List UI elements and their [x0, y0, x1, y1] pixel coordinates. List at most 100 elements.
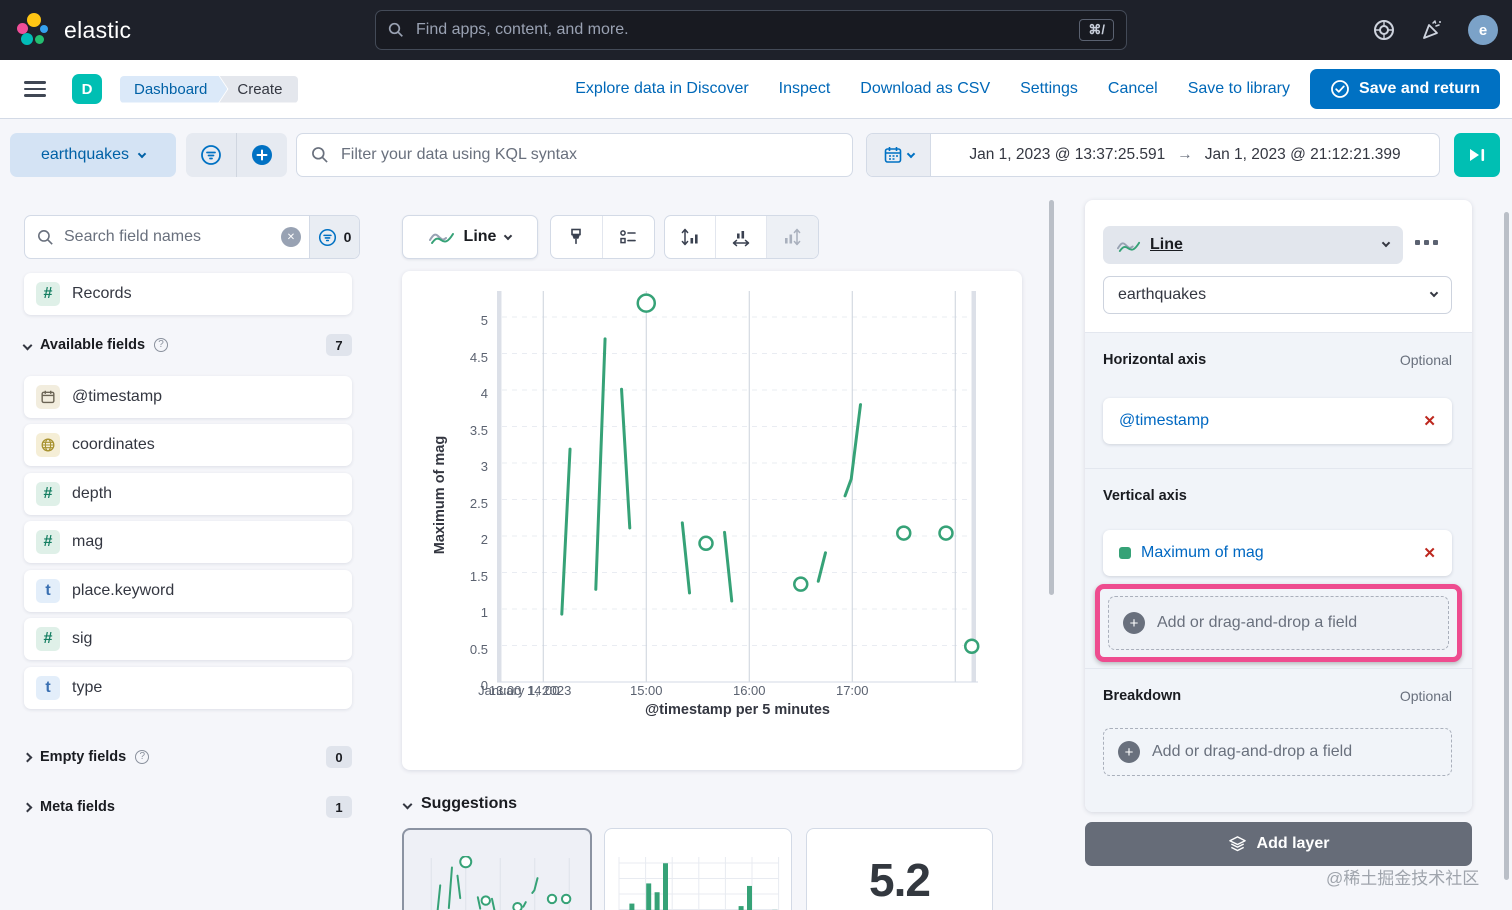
vertical-axis-icon — [680, 227, 700, 247]
breakdown-drop-target[interactable]: + Add or drag-and-drop a field — [1103, 728, 1452, 776]
suggestions-toggle[interactable]: Suggestions — [404, 795, 517, 813]
x-tick-label: 14:00 — [527, 683, 560, 698]
chevron-down-icon — [504, 231, 512, 239]
empty-fields-count: 0 — [326, 746, 352, 768]
link-save-to-library[interactable]: Save to library — [1188, 80, 1290, 98]
breakdown-title: Breakdown — [1103, 688, 1181, 704]
breadcrumb-dashboard[interactable]: Dashboard — [120, 76, 227, 103]
empty-fields-label: Empty fields — [40, 749, 126, 765]
hash-icon: # — [36, 530, 60, 554]
style-button-group — [550, 215, 655, 259]
remove-dimension-icon[interactable]: ✕ — [1423, 412, 1436, 430]
chart-type-label: Line — [464, 228, 497, 246]
date-range-picker: Jan 1, 2023 @ 13:37:25.591 → Jan 1, 2023… — [866, 133, 1440, 177]
add-field-drop-target[interactable]: + Add or drag-and-drop a field — [1108, 596, 1449, 650]
available-fields-label: Available fields — [40, 337, 145, 353]
mini-line-svg — [414, 856, 582, 910]
layer-data-view-select[interactable]: earthquakes — [1103, 276, 1452, 314]
records-field-item[interactable]: # Records — [24, 273, 352, 315]
avatar[interactable]: e — [1468, 15, 1498, 45]
suggestion-card-bar[interactable] — [604, 828, 792, 910]
add-filter-button[interactable] — [237, 133, 287, 177]
field-item-sig[interactable]: # sig — [24, 618, 352, 660]
field-item-depth[interactable]: # depth — [24, 473, 352, 515]
calendar-icon — [884, 146, 902, 164]
globe-icon — [36, 433, 60, 457]
field-item-timestamp[interactable]: @timestamp — [24, 376, 352, 418]
date-picker-menu-button[interactable] — [867, 134, 931, 176]
space-badge[interactable]: D — [72, 74, 102, 104]
panel-scrollbar[interactable] — [1504, 212, 1509, 880]
chart-type-select[interactable]: Line — [402, 215, 538, 259]
y-tick-label: 3.5 — [428, 423, 488, 438]
x-tick-label: 16:00 — [733, 683, 766, 698]
line-chart-icon — [429, 229, 455, 245]
watermark: @稀土掘金技术社区 — [1326, 864, 1479, 889]
elastic-logo-icon[interactable] — [16, 12, 52, 48]
filter-list-button[interactable] — [186, 133, 237, 177]
chevron-down-icon — [403, 799, 413, 809]
field-item-type[interactable]: t type — [24, 667, 352, 709]
x-tick-label: 15:00 — [630, 683, 663, 698]
vertical-axis-dimension[interactable]: Maximum of mag ✕ — [1103, 530, 1452, 576]
link-download-csv[interactable]: Download as CSV — [860, 80, 990, 98]
layer-options-icon[interactable] — [1415, 240, 1438, 245]
calendar-icon — [36, 385, 60, 409]
y-tick-label: 2.5 — [428, 496, 488, 511]
y-tick-label: 5 — [428, 313, 488, 328]
field-label: place.keyword — [72, 582, 174, 600]
clear-icon[interactable]: ✕ — [281, 227, 301, 247]
search-icon — [37, 229, 54, 246]
news-icon[interactable] — [1420, 18, 1444, 42]
field-label: coordinates — [72, 436, 155, 454]
add-layer-button[interactable]: Add layer — [1085, 822, 1472, 866]
meta-fields-label: Meta fields — [40, 799, 115, 815]
visual-options-button[interactable] — [551, 216, 603, 258]
field-label: depth — [72, 485, 112, 503]
bottom-axis-button[interactable] — [716, 216, 767, 258]
field-filter-button[interactable]: 0 — [309, 216, 359, 258]
date-to[interactable]: Jan 1, 2023 @ 21:12:21.399 — [1205, 146, 1401, 164]
field-label: @timestamp — [72, 388, 162, 406]
layer-config-panel: Line earthquakes Horizontal axis Optiona… — [1085, 200, 1472, 812]
date-from[interactable]: Jan 1, 2023 @ 13:37:25.591 — [969, 146, 1165, 164]
left-axis-button[interactable] — [665, 216, 716, 258]
remove-dimension-icon[interactable]: ✕ — [1423, 544, 1436, 562]
link-cancel[interactable]: Cancel — [1108, 80, 1158, 98]
layer-chart-type-select[interactable]: Line — [1103, 226, 1403, 264]
save-and-return-button[interactable]: Save and return — [1310, 69, 1500, 109]
empty-fields-toggle[interactable]: Empty fields ? 0 — [24, 745, 352, 769]
field-item-mag[interactable]: # mag — [24, 521, 352, 563]
legend-button[interactable] — [603, 216, 655, 258]
field-search-input[interactable] — [62, 227, 273, 247]
menu-icon[interactable] — [24, 81, 46, 97]
add-field-label: Add or drag-and-drop a field — [1157, 614, 1357, 632]
y-tick-label: 2 — [428, 532, 488, 547]
suggestion-card-metric[interactable]: 5.2 — [806, 828, 993, 910]
brand-text: elastic — [64, 17, 131, 44]
update-query-button[interactable] — [1454, 133, 1500, 177]
global-search[interactable]: ⌘/ — [375, 10, 1127, 50]
horizontal-axis-dimension[interactable]: @timestamp ✕ — [1103, 398, 1452, 444]
line-chart-svg — [497, 291, 978, 686]
link-explore-discover[interactable]: Explore data in Discover — [575, 80, 748, 98]
available-fields-toggle[interactable]: Available fields ? 7 — [24, 333, 352, 357]
right-axis-button — [767, 216, 818, 258]
global-search-input[interactable] — [414, 20, 1069, 40]
mini-bar-svg — [615, 855, 783, 910]
filter-list-icon — [318, 228, 337, 247]
data-view-picker[interactable]: earthquakes — [10, 133, 176, 177]
link-inspect[interactable]: Inspect — [779, 80, 831, 98]
meta-fields-toggle[interactable]: Meta fields 1 — [24, 795, 352, 819]
help-icon[interactable] — [1372, 18, 1396, 42]
search-icon — [388, 22, 404, 38]
link-settings[interactable]: Settings — [1020, 80, 1078, 98]
field-item-place-keyword[interactable]: t place.keyword — [24, 570, 352, 612]
kql-input[interactable] — [339, 145, 838, 165]
workspace-scrollbar[interactable] — [1049, 200, 1054, 595]
field-item-coordinates[interactable]: coordinates — [24, 424, 352, 466]
suggestion-card-current[interactable] — [402, 828, 592, 910]
legend-icon — [619, 228, 637, 246]
add-layer-label: Add layer — [1257, 835, 1330, 853]
available-fields-count: 7 — [326, 334, 352, 356]
